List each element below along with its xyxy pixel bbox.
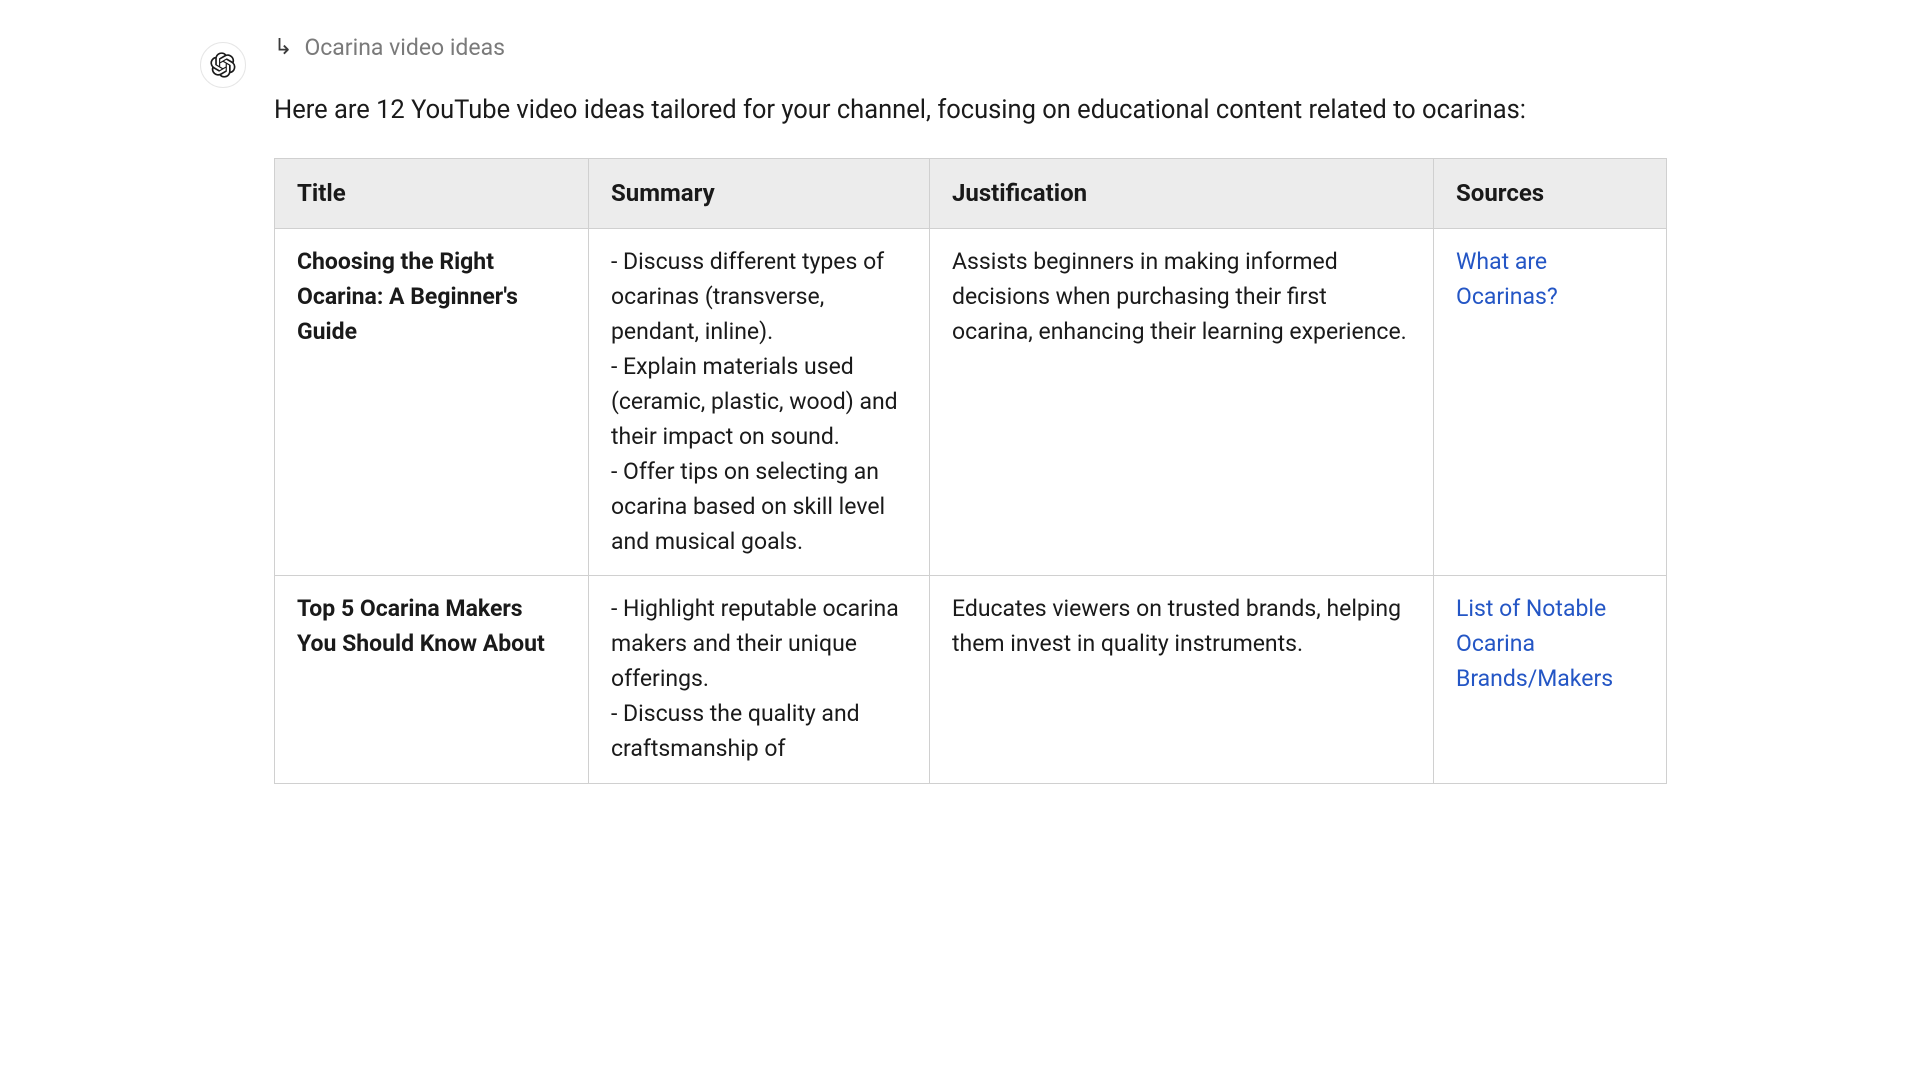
cell-summary: - Discuss different types of ocarinas (t… [589,228,930,576]
th-justification: Justification [930,159,1434,228]
assistant-message: ↳ Ocarina video ideas Here are 12 YouTub… [274,30,1667,784]
cell-title: Top 5 Ocarina Makers You Should Know Abo… [275,576,589,784]
source-link[interactable]: List of Notable Ocarina Brands/Makers [1456,595,1613,692]
table-row: Top 5 Ocarina Makers You Should Know Abo… [275,576,1667,784]
context-subheader-text: Ocarina video ideas [304,30,505,66]
cell-justification: Educates viewers on trusted brands, help… [930,576,1434,784]
reply-arrow-icon: ↳ [274,31,292,65]
cell-justification: Assists beginners in making informed dec… [930,228,1434,576]
ideas-table: Title Summary Justification Sources Choo… [274,158,1667,784]
intro-paragraph: Here are 12 YouTube video ideas tailored… [274,90,1644,131]
cell-title: Choosing the Right Ocarina: A Beginner's… [275,228,589,576]
cell-summary: - Highlight reputable ocarina makers and… [589,576,930,784]
th-summary: Summary [589,159,930,228]
assistant-avatar [200,42,246,88]
source-link[interactable]: What are Ocarinas? [1456,248,1558,310]
openai-logo-icon [210,52,236,78]
context-subheader: ↳ Ocarina video ideas [274,30,1667,66]
table-header-row: Title Summary Justification Sources [275,159,1667,228]
th-sources: Sources [1434,159,1667,228]
cell-sources: What are Ocarinas? [1434,228,1667,576]
table-row: Choosing the Right Ocarina: A Beginner's… [275,228,1667,576]
cell-sources: List of Notable Ocarina Brands/Makers [1434,576,1667,784]
th-title: Title [275,159,589,228]
